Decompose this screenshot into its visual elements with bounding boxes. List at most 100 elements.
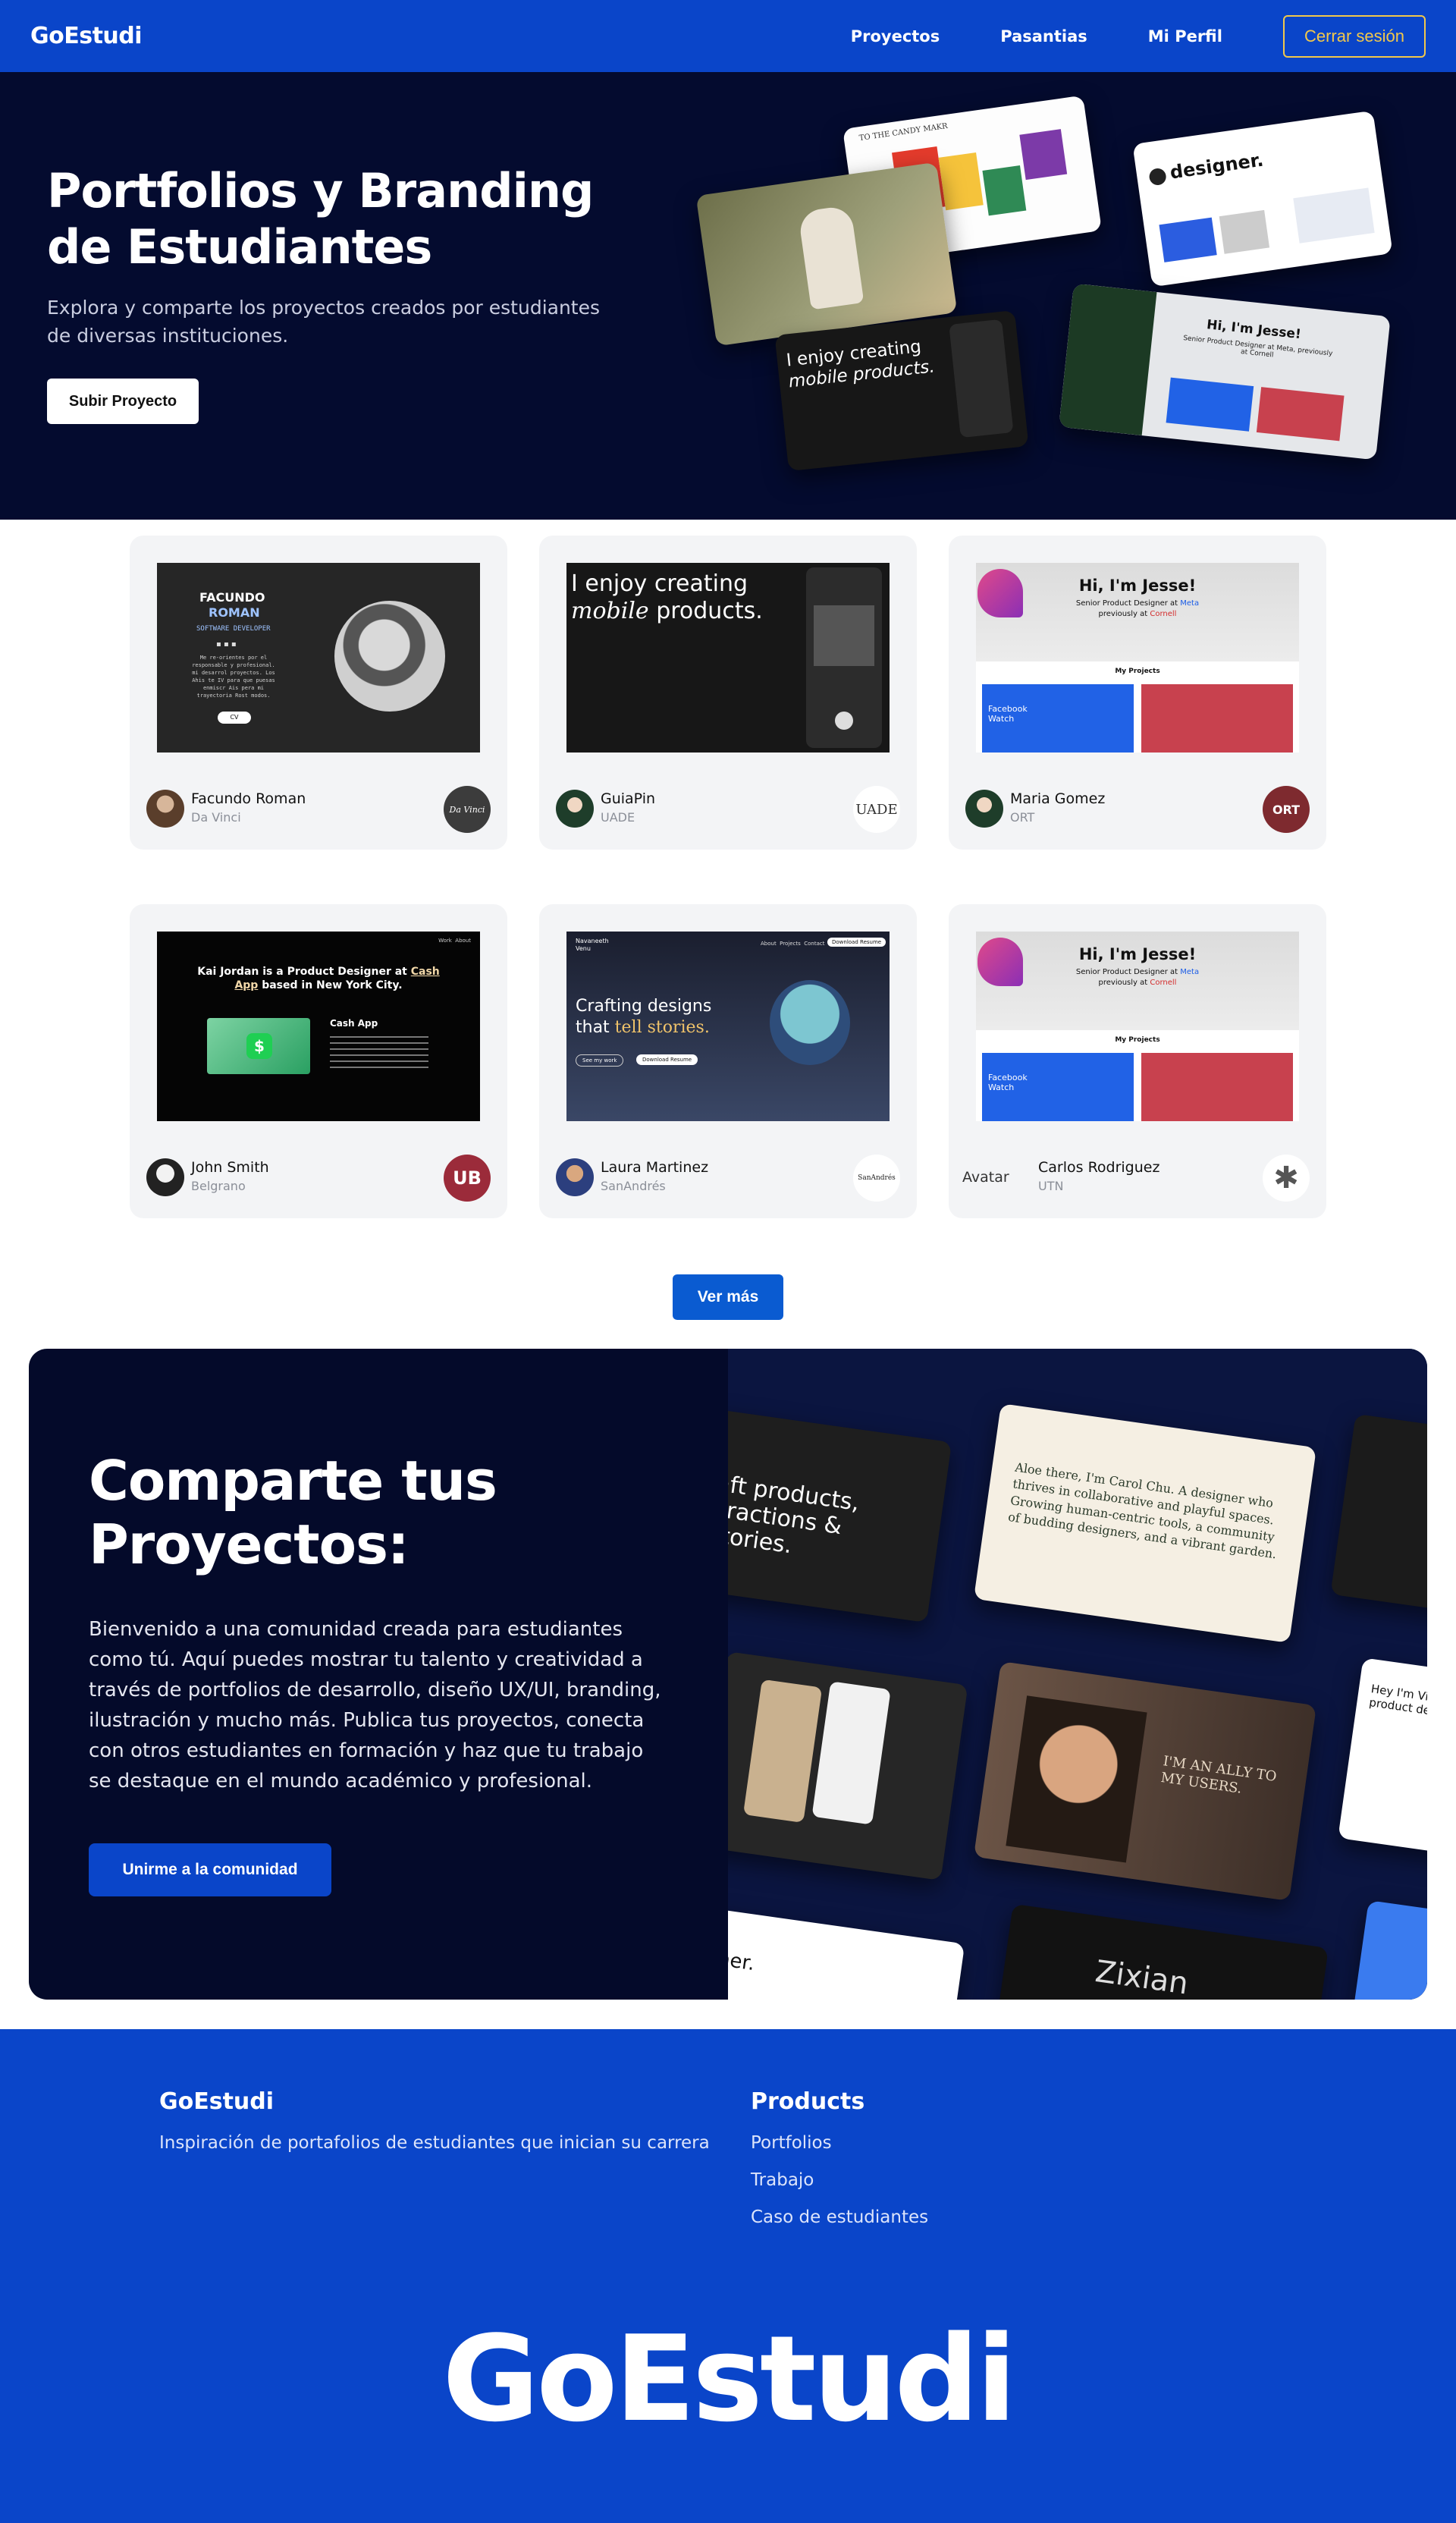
- gallery-zixian-shot: Zixian: [992, 1903, 1329, 2000]
- footer-link-trabajo[interactable]: Trabajo: [751, 2170, 814, 2190]
- thumb-projects-label: My Projects: [1115, 1036, 1160, 1044]
- gallery-carol-shot: Aloe there, I'm Carol Chu. A designer wh…: [973, 1403, 1317, 1643]
- project-thumbnail[interactable]: Work About Kai Jordan is a Product Desig…: [157, 932, 480, 1121]
- gallery-carol-text: Aloe there, I'm Carol Chu. A designer wh…: [1007, 1459, 1278, 1562]
- institution-name: UTN: [1038, 1179, 1064, 1193]
- thumb-nav: Work About: [438, 938, 471, 944]
- thumb-role: Senior Product Designer at Meta: [976, 968, 1299, 976]
- top-nav: GoEstudi Proyectos Pasantias Mi Perfil C…: [0, 0, 1456, 72]
- institution-logo-text: ORT: [1272, 802, 1301, 817]
- thumb-headline-a: Kai Jordan is a Product Designer at: [197, 966, 411, 978]
- project-thumbnail[interactable]: Hi, I'm Jesse! Senior Product Designer a…: [976, 932, 1299, 1121]
- thumb-nav-work: Work: [438, 938, 452, 944]
- collage-candy-title: TO THE CANDY MAKR: [858, 121, 949, 143]
- thumb-previously-company: Cornell: [1150, 610, 1177, 618]
- institution-name: ORT: [1010, 810, 1035, 825]
- thumb-previously-company: Cornell: [1150, 979, 1177, 987]
- project-thumbnail[interactable]: FACUNDO ROMAN SOFTWARE DEVELOPER ▪ ▪ ▪ M…: [157, 563, 480, 753]
- project-card[interactable]: I enjoy creating mobile products. GuiaPi…: [539, 536, 917, 850]
- gallery-dark-shot: [1330, 1413, 1427, 1618]
- thumb-phone-play: [835, 712, 853, 730]
- hero-title: Portfolios y Branding de Estudiantes: [47, 163, 594, 275]
- thumb-menu-contact: Contact: [804, 941, 825, 947]
- gallery-phones-shot: [728, 1651, 968, 1881]
- thumb-headline-b-text: that: [576, 1018, 615, 1037]
- thumb-headline-em: tell stories.: [614, 1018, 710, 1037]
- nav-link-mi-perfil[interactable]: Mi Perfil: [1148, 27, 1222, 46]
- thumb-brand-line2: Venu: [576, 945, 591, 952]
- thumb-project-blue: Facebook Watch: [982, 684, 1134, 753]
- footer: GoEstudi Inspiración de portafolios de e…: [0, 2029, 1456, 2523]
- project-card[interactable]: FACUNDO ROMAN SOFTWARE DEVELOPER ▪ ▪ ▪ M…: [130, 536, 507, 850]
- collage-candy-green: [982, 165, 1027, 216]
- institution-name: Da Vinci: [191, 810, 241, 825]
- project-thumbnail[interactable]: Hi, I'm Jesse! Senior Product Designer a…: [976, 563, 1299, 753]
- thumb-menu-about: About: [761, 941, 777, 947]
- thumb-menu: About Projects Contact: [761, 941, 824, 947]
- footer-link-portfolios[interactable]: Portfolios: [751, 2133, 832, 2153]
- avatar: [965, 790, 1003, 828]
- footer-link-caso-de-estudiantes[interactable]: Caso de estudiantes: [751, 2207, 928, 2227]
- project-card[interactable]: Work About Kai Jordan is a Product Desig…: [130, 904, 507, 1218]
- thumb-previously: previously at Cornell: [976, 979, 1299, 987]
- nav-link-proyectos[interactable]: Proyectos: [851, 27, 940, 46]
- collage-designer-card1: [1159, 217, 1217, 262]
- collage-designer-card2: [1219, 209, 1270, 254]
- gallery-craft-text: aft products, eractions & stories.: [728, 1469, 861, 1560]
- project-card[interactable]: Hi, I'm Jesse! Senior Product Designer a…: [949, 904, 1326, 1218]
- institution-logo: UADE: [853, 786, 900, 833]
- gallery-phone-1: [742, 1679, 823, 1824]
- thumb-social-icons: ▪ ▪ ▪: [216, 640, 237, 649]
- nav-link-pasantias[interactable]: Pasantias: [1000, 27, 1087, 46]
- gallery-victor-shot: Hey I'm Victor, a product designer: [1338, 1657, 1427, 1859]
- thumb-project-blue: Facebook Watch: [982, 1053, 1134, 1121]
- avatar-alt-text: Avatar: [962, 1169, 1009, 1186]
- thumb-project-name: Cash App: [330, 1018, 378, 1029]
- thumb-role: SOFTWARE DEVELOPER: [196, 625, 271, 633]
- thumb-role: Senior Product Designer at Meta: [976, 599, 1299, 608]
- avatar: [146, 790, 184, 828]
- institution-logo-text: SanAndrés: [858, 1174, 896, 1182]
- collage-jesse-red: [1256, 387, 1345, 441]
- avatar: [146, 1158, 184, 1196]
- project-card[interactable]: Navaneeth Venu About Projects Contact Do…: [539, 904, 917, 1218]
- avatar: [556, 1158, 594, 1196]
- community-title: Comparte tus Proyectos:: [89, 1449, 497, 1576]
- thumb-cv-button: CV: [218, 712, 251, 724]
- institution-name: Belgrano: [191, 1179, 246, 1193]
- gallery-ally-portrait: [1006, 1695, 1147, 1863]
- thumb-headline: Kai Jordan is a Product Designer at Cash…: [187, 965, 450, 992]
- collage-jesse-blue: [1166, 377, 1254, 432]
- upload-project-button[interactable]: Subir Proyecto: [47, 379, 199, 424]
- brand-logo[interactable]: GoEstudi: [30, 23, 143, 49]
- student-name: Laura Martinez: [601, 1159, 709, 1176]
- thumb-menu-projects: Projects: [780, 941, 801, 947]
- nav-links: Proyectos Pasantias Mi Perfil Cerrar ses…: [790, 14, 1426, 58]
- thumb-resume-button: Download Resume: [827, 938, 886, 947]
- collage-person-figure: [797, 205, 864, 310]
- dollar-icon: $: [246, 1033, 272, 1059]
- thumb-see-work: See my work: [576, 1054, 624, 1067]
- thumb-phone: [806, 567, 882, 748]
- logout-button[interactable]: Cerrar sesión: [1282, 14, 1426, 58]
- gallery-partial-shot: ner.: [728, 1908, 965, 2000]
- collage-person-shot: [695, 162, 958, 347]
- collage-mobile-shot: I enjoy creating mobile products.: [774, 309, 1029, 472]
- thumb-previously-prefix: previously at: [1098, 979, 1150, 987]
- thumb-title: Hi, I'm Jesse!: [1078, 577, 1197, 595]
- thumb-headline-line2: mobile products.: [571, 598, 763, 624]
- see-more-button[interactable]: Ver más: [673, 1274, 783, 1320]
- thumb-previously-prefix: previously at: [1098, 610, 1150, 618]
- footer-products-title: Products: [751, 2088, 865, 2115]
- join-community-button[interactable]: Unirme a la comunidad: [89, 1843, 331, 1896]
- footer-brand[interactable]: GoEstudi: [159, 2088, 274, 2115]
- institution-logo: ✱: [1263, 1155, 1310, 1202]
- project-card[interactable]: Hi, I'm Jesse! Senior Product Designer a…: [949, 536, 1326, 850]
- thumb-cashapp-tile: $: [207, 1018, 310, 1074]
- student-name: Carlos Rodriguez: [1038, 1159, 1160, 1176]
- gallery-ally-shot: I'M AN ALLY TO MY USERS.: [973, 1661, 1317, 1901]
- gallery-ally-text: I'M AN ALLY TO MY USERS.: [1159, 1753, 1278, 1797]
- collage-blog-panel: [1059, 283, 1157, 436]
- project-thumbnail[interactable]: I enjoy creating mobile products.: [566, 563, 890, 753]
- project-thumbnail[interactable]: Navaneeth Venu About Projects Contact Do…: [566, 932, 890, 1121]
